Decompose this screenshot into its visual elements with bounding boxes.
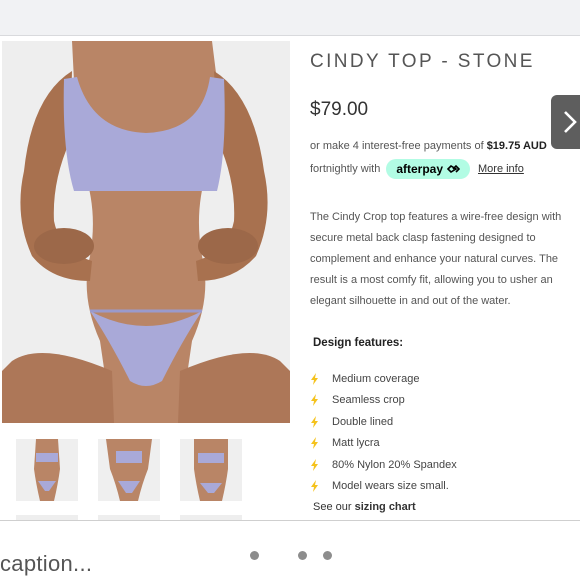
feature-label: Model wears size small. bbox=[332, 480, 449, 493]
thumbnail-1-image bbox=[16, 439, 78, 501]
feature-item: 80% Nylon 20% Spandex bbox=[310, 454, 457, 476]
thumbnail-1[interactable] bbox=[16, 439, 78, 501]
features-list: Medium coverage Seamless crop Double lin… bbox=[310, 368, 457, 497]
model-photo bbox=[2, 41, 290, 423]
afterpay-loop-icon bbox=[447, 164, 460, 174]
features-title: Design features: bbox=[313, 337, 404, 349]
next-image-button[interactable] bbox=[551, 95, 580, 149]
size-chart-line: See our sizing chart bbox=[313, 501, 416, 513]
product-title: CINDY TOP - STONE bbox=[310, 51, 535, 72]
carousel-dot-1[interactable] bbox=[250, 551, 259, 560]
feature-item: Model wears size small. bbox=[310, 476, 457, 498]
fortnightly-text: fortnightly with bbox=[310, 163, 381, 175]
installments-amount: $19.75 AUD bbox=[486, 140, 547, 152]
feature-label: 80% Nylon 20% Spandex bbox=[332, 458, 457, 471]
afterpay-label: afterpay bbox=[396, 162, 443, 176]
lightning-bolt-icon bbox=[311, 437, 318, 450]
carousel-dots bbox=[0, 551, 580, 561]
afterpay-line: fortnightly with afterpay More info bbox=[310, 159, 524, 179]
feature-label: Matt lycra bbox=[332, 437, 380, 450]
installments-line: or make 4 interest-free payments of $19.… bbox=[310, 140, 547, 152]
thumbnail-2[interactable] bbox=[98, 439, 160, 501]
lightning-bolt-icon bbox=[311, 415, 318, 428]
top-bar bbox=[0, 0, 580, 36]
product-card: CINDY TOP - STONE $79.00 or make 4 inter… bbox=[0, 37, 580, 521]
main-product-image[interactable] bbox=[2, 41, 290, 423]
thumbnail-5[interactable] bbox=[98, 515, 160, 520]
feature-label: Double lined bbox=[332, 415, 394, 428]
carousel-dot-3[interactable] bbox=[323, 551, 332, 560]
size-chart-prefix: See our bbox=[313, 501, 355, 513]
lightning-bolt-icon bbox=[311, 458, 318, 471]
feature-label: Seamless crop bbox=[332, 394, 405, 407]
thumbnail-2-image bbox=[98, 439, 160, 501]
lightning-bolt-icon bbox=[311, 372, 318, 385]
carousel-dot-2[interactable] bbox=[298, 551, 307, 560]
thumbnail-6[interactable] bbox=[180, 515, 242, 520]
thumbnail-3-image bbox=[180, 439, 242, 501]
lightning-bolt-icon bbox=[311, 394, 318, 407]
feature-label: Medium coverage bbox=[332, 372, 420, 385]
feature-item: Seamless crop bbox=[310, 390, 457, 412]
feature-item: Medium coverage bbox=[310, 368, 457, 390]
lightning-bolt-icon bbox=[311, 480, 318, 493]
product-price: $79.00 bbox=[310, 99, 369, 120]
thumbnail-strip bbox=[16, 439, 280, 520]
thumbnail-4[interactable] bbox=[16, 515, 78, 520]
feature-item: Matt lycra bbox=[310, 433, 457, 455]
feature-item: Double lined bbox=[310, 411, 457, 433]
sizing-chart-link[interactable]: sizing chart bbox=[355, 501, 416, 513]
installments-prefix: or make 4 interest-free payments of bbox=[310, 140, 487, 152]
thumbnail-3[interactable] bbox=[180, 439, 242, 501]
afterpay-badge[interactable]: afterpay bbox=[386, 159, 470, 179]
chevron-right-icon bbox=[564, 111, 577, 133]
product-description: The Cindy Crop top features a wire-free … bbox=[310, 211, 562, 307]
more-info-link[interactable]: More info bbox=[478, 163, 524, 175]
